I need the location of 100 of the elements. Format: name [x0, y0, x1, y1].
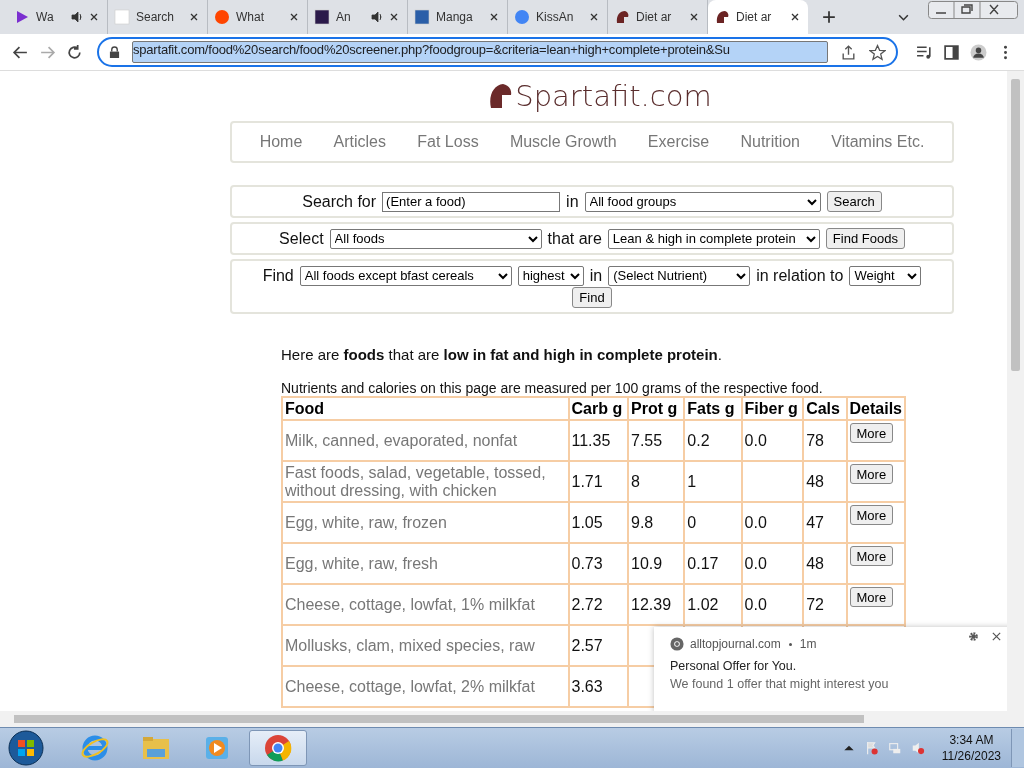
close-icon[interactable] — [289, 12, 299, 22]
new-tab-icon[interactable] — [822, 10, 836, 24]
column-header: Cals — [803, 397, 847, 420]
close-icon[interactable] — [589, 12, 599, 22]
close-icon[interactable] — [790, 12, 800, 22]
tab-title: Wa — [36, 10, 55, 24]
table-cell: 0.0 — [741, 543, 804, 584]
tab-favicon-icon — [414, 9, 430, 25]
foods-select[interactable]: All foods except bfast cereals — [299, 265, 512, 286]
window-controls[interactable] — [928, 1, 1018, 19]
flag-error-icon[interactable] — [864, 741, 879, 755]
close-icon[interactable] — [991, 630, 1002, 642]
media-control-icon[interactable] — [916, 43, 933, 61]
search-button[interactable]: Search — [826, 191, 882, 212]
order-select[interactable]: highest — [517, 265, 584, 286]
tab-title: An — [336, 10, 352, 24]
helmet-logo-icon — [488, 82, 513, 110]
tab-favicon-icon — [314, 9, 330, 25]
find-button[interactable]: Find — [572, 286, 612, 308]
measurement-note: Nutrients and calories on this page are measured per 100 grams of the respective food. — [281, 380, 824, 396]
tab-title: Diet ar — [636, 10, 673, 24]
settings-icon[interactable] — [968, 630, 979, 642]
table-cell: 11.35 — [568, 420, 628, 461]
table-cell: 3.63 — [568, 666, 628, 707]
clock-date: 11/26/2023 — [941, 748, 1001, 764]
profile-icon[interactable] — [970, 43, 987, 61]
table-cell: 78 — [803, 420, 847, 461]
nav-link[interactable]: Home — [259, 133, 303, 151]
table-cell: Fast foods, salad, vegetable, tossed, without dressing, with chicken — [282, 461, 569, 502]
food-group-select[interactable]: All food groups — [584, 191, 821, 212]
notification-time: 1m — [799, 637, 817, 651]
notification-title: Personal Offer for You. — [670, 659, 798, 673]
notification-popup[interactable]: alltopjournal.com 1m Personal Offer for You. We found 1 offer that might interest you — [654, 627, 1007, 711]
horizontal-scrollbar[interactable] — [0, 711, 1024, 727]
table-cell: 2.72 — [568, 584, 628, 625]
form-label: Find — [262, 266, 294, 285]
address-bar[interactable]: spartafit.com/food%20search/food%20screener.php?foodgroup=&criteria=lean+high+complete+protein&Su — [97, 37, 898, 67]
star-icon[interactable] — [869, 43, 886, 61]
browser-e-icon — [80, 733, 110, 763]
tab-title: Manga — [436, 10, 474, 24]
form-label: that are — [547, 229, 602, 248]
site-logo[interactable]: Spartafit.com — [515, 79, 712, 113]
table-cell: 12.39 — [628, 584, 685, 625]
table-cell: 0.73 — [568, 543, 628, 584]
table-cell: 8 — [628, 461, 685, 502]
column-header: Prot g — [628, 397, 685, 420]
close-icon[interactable] — [489, 12, 499, 22]
share-icon[interactable] — [840, 43, 857, 61]
more-button[interactable]: More — [849, 423, 894, 443]
tab-favicon-icon — [114, 9, 130, 25]
find-foods-button[interactable]: Find Foods — [825, 228, 905, 249]
side-panel-icon[interactable] — [943, 43, 960, 61]
table-cell: 7.55 — [628, 420, 685, 461]
close-icon[interactable] — [89, 12, 99, 22]
more-button[interactable]: More — [849, 546, 894, 566]
notification-source: alltopjournal.com — [690, 637, 781, 651]
foods-select[interactable]: All foods — [329, 228, 542, 249]
form-label: in relation to — [756, 266, 844, 285]
column-header: Details — [846, 397, 905, 420]
taskbar-app[interactable] — [249, 730, 307, 766]
nutrient-select[interactable]: (Select Nutrient) — [608, 265, 751, 286]
table-cell: 48 — [803, 543, 847, 584]
system-clock[interactable]: 3:34 AM 11/26/2023 — [941, 732, 1001, 764]
reload-icon[interactable] — [66, 43, 83, 61]
nav-link[interactable]: Articles — [333, 133, 386, 151]
table-cell: Milk, canned, evaporated, nonfat — [282, 420, 569, 461]
more-button[interactable]: More — [849, 464, 894, 484]
nav-link[interactable]: Muscle Growth — [509, 133, 617, 151]
nav-link[interactable]: Fat Loss — [417, 133, 479, 151]
table-cell: 1.02 — [684, 584, 742, 625]
table-cell: Mollusks, clam, mixed species, raw — [282, 625, 569, 666]
table-cell: Egg, white, raw, frozen — [282, 502, 569, 543]
close-icon[interactable] — [389, 12, 399, 22]
table-cell: 0 — [684, 502, 742, 543]
tab-favicon-icon — [14, 9, 30, 25]
criteria-select[interactable]: Lean & high in complete protein — [607, 228, 820, 249]
results-intro: Here are foods that are low in fat and high in complete protein. — [281, 346, 723, 363]
food-search-field[interactable]: (Enter a food) — [382, 191, 561, 212]
table-cell: 2.57 — [568, 625, 628, 666]
form-label: in — [566, 192, 579, 211]
more-button[interactable]: More — [849, 587, 894, 607]
tab-title: KissAn — [536, 10, 575, 24]
speaker-muted-icon[interactable] — [910, 741, 925, 755]
form-label: in — [589, 266, 603, 285]
nav-link[interactable]: Nutrition — [740, 133, 800, 151]
start-button[interactable] — [8, 730, 44, 766]
close-icon[interactable] — [189, 12, 199, 22]
chrome-icon — [670, 637, 684, 651]
table-cell: 10.9 — [628, 543, 685, 584]
nav-link[interactable]: Exercise — [647, 133, 710, 151]
tab-title: Search — [136, 10, 176, 24]
table-cell: 0.0 — [741, 502, 804, 543]
table-cell: Egg, white, raw, fresh — [282, 543, 569, 584]
browser-tab[interactable]: Diet ar — [708, 0, 808, 34]
nav-link[interactable]: Vitamins Etc. — [831, 133, 925, 151]
basis-select[interactable]: Weight — [849, 265, 922, 286]
more-button[interactable]: More — [849, 505, 894, 525]
lock-icon — [109, 45, 120, 59]
close-icon[interactable] — [689, 12, 699, 22]
vertical-scrollbar[interactable] — [1007, 71, 1024, 711]
